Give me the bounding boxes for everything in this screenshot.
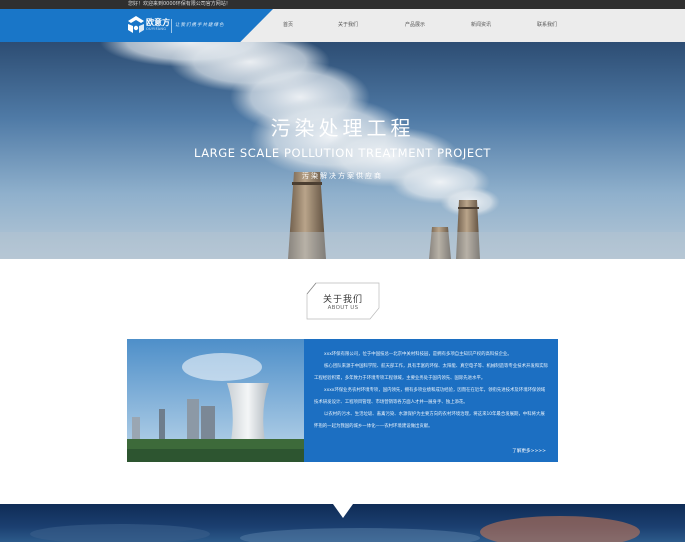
header-navbar: 欧意方 OUYIFANG 让我们携手共建绿色 首页 关于我们 产品展示 新闻资讯…: [0, 9, 685, 42]
about-text-panel: xxx环保有限公司，位于中国技总—北京中关村科技园，是拥有多项自主知识产权的高科…: [304, 339, 558, 462]
top-bar: 您好！欢迎来到0000环保有限公司官方网站！: [0, 0, 685, 9]
hero-banner: 污染处理工程 LARGE SCALE POLLUTION TREATMENT P…: [0, 42, 685, 259]
about-paragraph: 以农村的污水、生活垃圾、畜禽污染、水源保护为主要方向的农村环境治理，将这来10年…: [314, 412, 545, 429]
logo-slogan: 让我们携手共建绿色: [175, 23, 225, 28]
nav-products[interactable]: 产品展示: [405, 9, 425, 42]
logo-icon[interactable]: [128, 16, 144, 34]
about-heading-en: ABOUT US: [327, 305, 359, 311]
welcome-text: 您好！欢迎来到0000环保有限公司官方网站！: [128, 1, 231, 7]
about-heading: 关于我们: [322, 295, 363, 305]
logo-subtitle: OUYIFANG: [146, 27, 167, 31]
hero-subtitle-en: LARGE SCALE POLLUTION TREATMENT PROJECT: [193, 146, 492, 160]
nav-about[interactable]: 关于我们: [338, 9, 358, 42]
nav-home[interactable]: 首页: [283, 9, 293, 42]
nav-news[interactable]: 新闻资讯: [471, 9, 491, 42]
hero-title: 污染处理工程: [270, 116, 415, 140]
section-notch: [333, 504, 353, 518]
about-paragraph: 核心团队来源于中国科学院、航天部工作，具有丰富的环保、太阳能、真空电子等、机械制…: [314, 364, 548, 381]
about-cooling-tower-image: [127, 339, 304, 462]
hero-tagline: 污染解决方案供应商: [302, 172, 383, 180]
nav-contact[interactable]: 联系我们: [537, 9, 557, 42]
about-paragraph: xxxx环保业务农村环境专项，国内领先，拥有多项业绩和成功经验，因而在在近年，领…: [314, 388, 546, 405]
learn-more-link[interactable]: 了解更多>>>>: [512, 448, 546, 454]
logo-divider: [171, 19, 172, 33]
about-paragraph: xxx环保有限公司，位于中国技总—北京中关村科技园，是拥有多项自主知识产权的高科…: [324, 352, 512, 357]
